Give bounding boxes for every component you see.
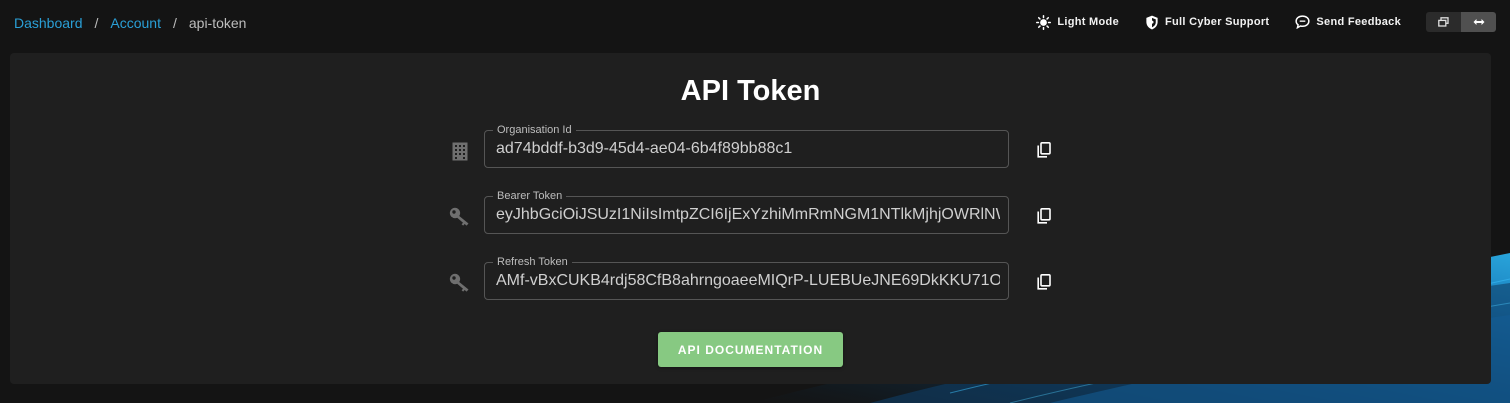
api-documentation-button[interactable]: API DOCUMENTATION bbox=[658, 332, 843, 367]
copy-icon bbox=[1037, 274, 1051, 290]
copy-icon bbox=[1037, 142, 1051, 158]
breadcrumb-dashboard[interactable]: Dashboard bbox=[14, 15, 83, 31]
light-mode-button[interactable]: Light Mode bbox=[1036, 11, 1119, 33]
api-token-card: API Token Organisation Id ad74bddf-b3d9-… bbox=[10, 53, 1491, 384]
copy-refresh-token-button[interactable] bbox=[1034, 272, 1054, 292]
full-cyber-support-button[interactable]: Full Cyber Support bbox=[1145, 11, 1269, 33]
key-icon bbox=[448, 206, 472, 228]
bearer-token-field: Bearer Token bbox=[484, 189, 1009, 234]
page-title: API Token bbox=[680, 75, 821, 107]
refresh-token-field: Refresh Token bbox=[484, 255, 1009, 300]
layout-windowed-button[interactable] bbox=[1426, 12, 1461, 32]
breadcrumb: Dashboard / Account / api-token bbox=[14, 15, 246, 31]
chat-bubble-icon bbox=[1295, 15, 1310, 29]
copy-organisation-id-button[interactable] bbox=[1034, 140, 1054, 160]
light-mode-label: Light Mode bbox=[1057, 16, 1119, 28]
breadcrumb-separator: / bbox=[172, 15, 177, 31]
breadcrumb-separator: / bbox=[94, 15, 99, 31]
breadcrumb-account[interactable]: Account bbox=[110, 15, 161, 31]
copy-bearer-token-button[interactable] bbox=[1034, 206, 1054, 226]
send-feedback-button[interactable]: Send Feedback bbox=[1295, 11, 1401, 33]
bearer-token-input[interactable] bbox=[496, 197, 1000, 233]
key-icon bbox=[448, 272, 472, 294]
organisation-id-input[interactable] bbox=[496, 131, 1000, 167]
bearer-token-row: Bearer Token bbox=[448, 189, 1051, 236]
layout-toggle bbox=[1426, 12, 1496, 32]
organisation-id-row: Organisation Id bbox=[448, 123, 1051, 170]
organisation-id-field: Organisation Id bbox=[484, 123, 1009, 168]
windowed-icon bbox=[1438, 17, 1449, 27]
breadcrumb-current: api-token bbox=[188, 15, 247, 31]
sun-icon bbox=[1036, 14, 1052, 30]
shield-icon bbox=[1146, 15, 1158, 29]
top-bar: Dashboard / Account / api-token Light Mo… bbox=[0, 0, 1510, 48]
layout-expand-width-button[interactable] bbox=[1461, 12, 1496, 32]
top-actions: Light Mode Full Cyber Support Send Feedb… bbox=[1036, 11, 1496, 33]
expand-width-icon bbox=[1473, 19, 1484, 25]
full-cyber-support-label: Full Cyber Support bbox=[1164, 16, 1270, 28]
copy-icon bbox=[1037, 208, 1051, 224]
building-icon bbox=[448, 140, 472, 162]
refresh-token-input[interactable] bbox=[496, 263, 1000, 299]
refresh-token-row: Refresh Token bbox=[448, 255, 1051, 302]
send-feedback-label: Send Feedback bbox=[1316, 16, 1401, 28]
